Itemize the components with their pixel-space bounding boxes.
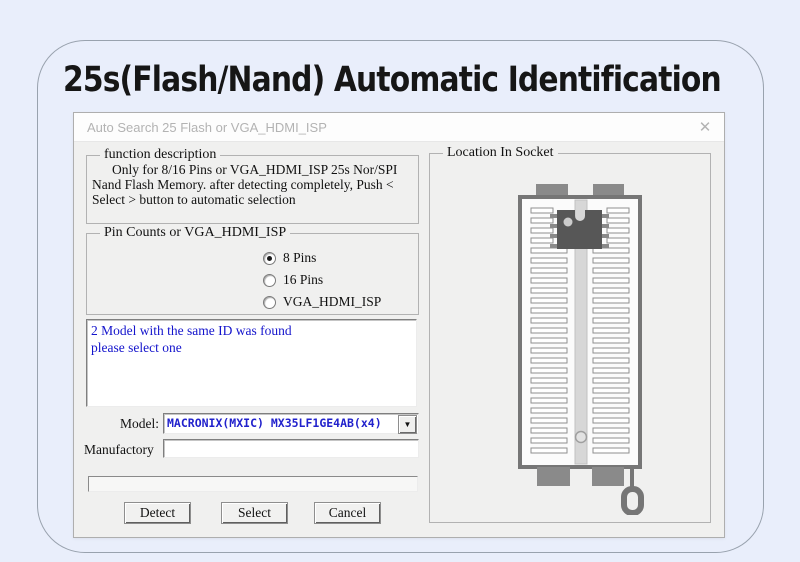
page-title: 25s(Flash/Nand) Automatic Identification (63, 60, 675, 100)
function-description-label: function description (100, 147, 220, 163)
function-description-text: Only for 8/16 Pins or VGA_HDMI_ISP 25s N… (92, 162, 413, 207)
fd-line-3: Select > button to automatic selection (92, 192, 413, 207)
manufactory-label: Manufactory (84, 442, 154, 458)
cancel-button[interactable]: Cancel (314, 502, 381, 524)
radio-option-8pins[interactable]: 8 Pins (263, 247, 381, 269)
result-list[interactable]: 2 Model with the same ID was found pleas… (86, 319, 417, 407)
model-label: Model: (86, 416, 159, 432)
chevron-down-icon[interactable]: ▼ (398, 415, 417, 434)
pin-counts-options: 8 Pins 16 Pins VGA_HDMI_ISP (263, 247, 381, 313)
socket-bottom-tab (537, 467, 570, 486)
dialog-title: Auto Search 25 Flash or VGA_HDMI_ISP (87, 120, 327, 135)
function-description-group: function description Only for 8/16 Pins … (86, 155, 419, 224)
radio-option-16pins[interactable]: 16 Pins (263, 269, 381, 291)
model-combobox[interactable]: MACRONIX(MXIC) MX35LF1GE4AB(x4) ▼ (163, 413, 419, 434)
pin-counts-group: Pin Counts or VGA_HDMI_ISP 8 Pins 16 Pin… (86, 233, 419, 315)
model-value[interactable]: MACRONIX(MXIC) MX35LF1GE4AB(x4) (167, 416, 398, 430)
socket-lever-arm (630, 465, 634, 489)
detect-button[interactable]: Detect (124, 502, 191, 524)
close-icon[interactable]: ✕ (694, 116, 716, 138)
pin-counts-label: Pin Counts or VGA_HDMI_ISP (100, 225, 290, 241)
radio-icon[interactable] (263, 274, 276, 287)
socket-lever-handle (624, 489, 641, 513)
fd-line-2: Nand Flash Memory. after detecting compl… (92, 177, 413, 192)
radio-icon[interactable] (263, 252, 276, 265)
progress-bar (88, 476, 418, 492)
location-in-socket-label: Location In Socket (443, 145, 558, 161)
result-message-2: please select one (91, 339, 412, 356)
chip-pin1-dot (564, 218, 573, 227)
radio-icon[interactable] (263, 296, 276, 309)
fd-line-1: Only for 8/16 Pins or VGA_HDMI_ISP 25s N… (92, 162, 413, 177)
socket-illustration (434, 173, 704, 515)
auto-search-dialog: Auto Search 25 Flash or VGA_HDMI_ISP ✕ f… (73, 112, 725, 538)
dialog-titlebar: Auto Search 25 Flash or VGA_HDMI_ISP ✕ (74, 113, 724, 142)
socket-screw (576, 432, 587, 443)
socket-bottom-tab (592, 467, 624, 486)
result-message-1: 2 Model with the same ID was found (91, 322, 412, 339)
select-button[interactable]: Select (221, 502, 288, 524)
manufactory-field[interactable] (163, 439, 419, 458)
radio-option-vga-hdmi-isp[interactable]: VGA_HDMI_ISP (263, 291, 381, 313)
